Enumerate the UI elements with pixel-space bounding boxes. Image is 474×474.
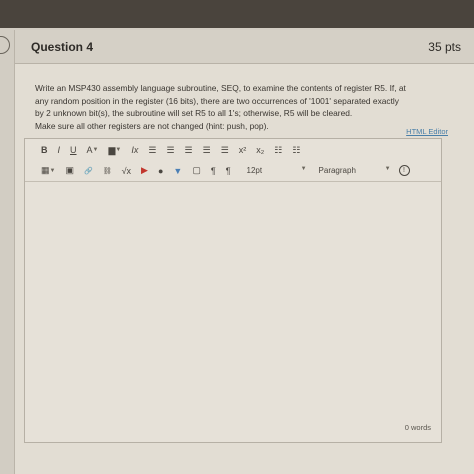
superscript-button[interactable]: x² xyxy=(239,145,247,155)
word-count: 0 words xyxy=(404,423,431,432)
paragraph-format-value: Paragraph xyxy=(318,166,356,175)
underline-button[interactable]: U xyxy=(70,145,77,155)
ltr-paragraph-button[interactable]: ¶ xyxy=(211,166,216,176)
question-points: 35 pts xyxy=(428,40,461,54)
chevron-down-icon: ▼ xyxy=(115,147,122,153)
youtube-button[interactable]: ▶ xyxy=(141,165,148,176)
align-center-button[interactable]: ☰ xyxy=(166,145,174,156)
clear-format-button[interactable]: Ix xyxy=(131,145,138,155)
paragraph-format-select[interactable]: Paragraph ▼ xyxy=(319,166,391,175)
record-media-button[interactable]: ● xyxy=(158,166,163,176)
answer-text-area[interactable] xyxy=(25,183,441,433)
font-color-button[interactable]: A ▼ xyxy=(87,145,99,155)
link-button[interactable]: 🔗 xyxy=(84,167,93,175)
highlight-icon: ▆ xyxy=(108,144,116,155)
question-line-2: any random position in the register (16 … xyxy=(35,95,399,106)
align-justify-button[interactable]: ☰ xyxy=(203,145,211,156)
question-line-1: Write an MSP430 assembly language subrou… xyxy=(35,83,406,93)
question-line-3: by 2 unknown bit(s), the subroutine will… xyxy=(35,108,353,119)
chevron-down-icon: ▼ xyxy=(384,166,391,172)
table-icon: ▦ xyxy=(41,165,50,175)
table-button[interactable]: ▦ ▼ xyxy=(41,165,55,176)
toolbar-row-formatting: B I U A ▼ ▆ ▼ Ix ☰ ☰ ☰ ☰ ☰ x² x₂ ☷ ☷ xyxy=(25,139,441,161)
background-color-button[interactable]: ▆ ▼ xyxy=(108,145,121,156)
chevron-down-icon: ▼ xyxy=(92,147,99,153)
question-title: Question 4 xyxy=(31,40,94,54)
embed-button[interactable]: ▢ xyxy=(192,165,201,176)
question-line-4: Make sure all other registers are not ch… xyxy=(35,120,269,131)
toolbar-row-insert: ▦ ▼ ▣ 🔗 ⛓ √x ▶ ● ▼ ▢ ¶ ¶ 12pt ▼ Paragraph ▼… xyxy=(25,160,441,182)
subscript-button[interactable]: x₂ xyxy=(256,145,264,155)
rtl-paragraph-button[interactable]: ¶ xyxy=(226,166,231,176)
italic-button[interactable]: I xyxy=(58,145,61,155)
html-editor-link[interactable]: HTML Editor xyxy=(406,127,448,136)
align-left-button[interactable]: ☰ xyxy=(148,145,156,156)
font-size-value: 12pt xyxy=(246,166,263,175)
question-text: Write an MSP430 assembly language subrou… xyxy=(35,82,460,132)
question-header: Question 4 35 pts xyxy=(15,30,474,64)
unlink-button[interactable]: ⛓ xyxy=(103,167,112,175)
accessibility-checker-icon[interactable]: ! xyxy=(398,165,410,176)
bold-button[interactable]: B xyxy=(41,145,48,155)
math-equation-button[interactable]: √x xyxy=(122,166,131,176)
indent-button[interactable]: ☰ xyxy=(221,145,229,156)
font-size-select[interactable]: 12pt ▼ xyxy=(247,166,307,175)
numbered-list-button[interactable]: ☷ xyxy=(292,145,300,156)
tool-dropdown-button[interactable]: ▼ xyxy=(173,166,182,176)
align-right-button[interactable]: ☰ xyxy=(185,145,193,156)
chevron-down-icon: ▼ xyxy=(300,166,307,172)
bullet-list-button[interactable]: ☷ xyxy=(274,145,282,156)
chevron-down-icon: ▼ xyxy=(49,167,56,174)
image-button[interactable]: ▣ xyxy=(65,165,74,176)
rich-text-editor: B I U A ▼ ▆ ▼ Ix ☰ ☰ ☰ ☰ ☰ x² x₂ ☷ ☷ ▦ ▼ ▣ … xyxy=(24,138,442,443)
